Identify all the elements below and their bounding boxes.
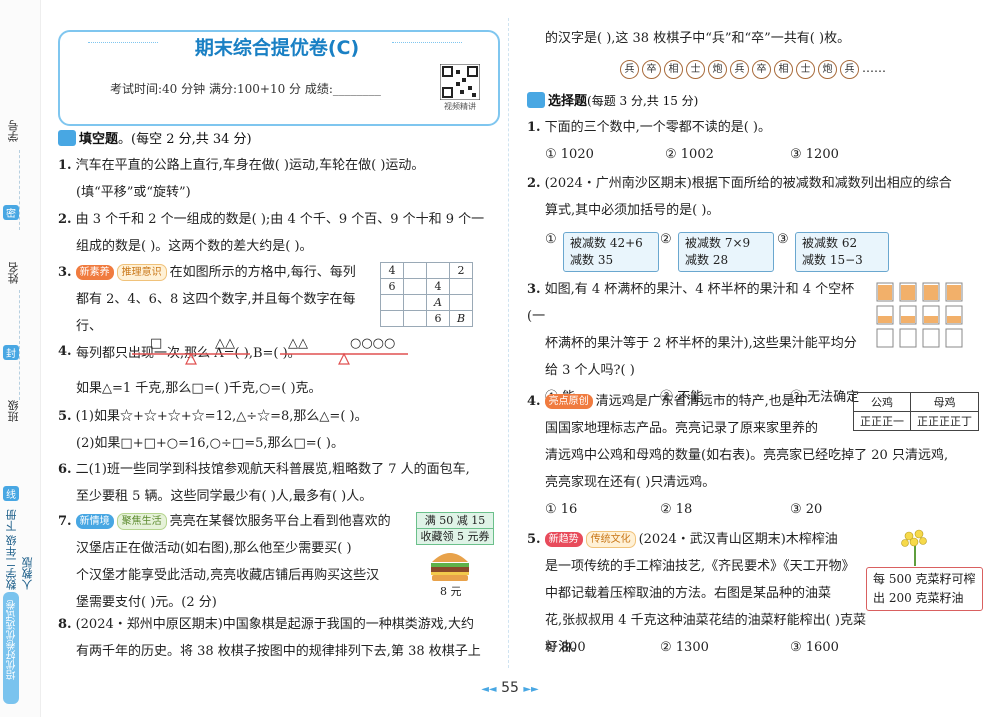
student-id-label: 学号 xyxy=(7,120,20,142)
chess-piece: 炮 xyxy=(708,60,727,79)
chess-piece: 兵 xyxy=(730,60,749,79)
brand-name: 培优好卷优选试卷 xyxy=(7,600,18,680)
coupon-box: 满 50 减 15 收藏领 5 元券 xyxy=(416,512,494,545)
exam-info: 考试时间:40 分钟 满分:100+10 分 成绩:________ xyxy=(110,82,381,96)
section-badge-icon xyxy=(58,130,76,146)
rapeseed-flower-icon xyxy=(901,529,927,566)
chess-piece: 卒 xyxy=(642,60,661,79)
question-4-text: 如果△=1 千克,那么□=( )千克,○=( )克。 xyxy=(76,381,322,396)
section-badge-icon xyxy=(527,92,545,108)
page-number: ◄◄ 55 ►► xyxy=(481,680,539,696)
section-choice: 选择题(每题 3 分,共 15 分) xyxy=(527,90,698,109)
oil-yield-sign: 每 500 克菜籽可榨出 200 克菜籽油 xyxy=(866,567,983,611)
choice-2: 2. (2024・广州南沙区期末)根据下面所给的被减数和减数列出相应的综合 算式,… xyxy=(527,176,952,218)
question-8: 8. (2024・郑州中原区期末)中国象棋是起源于我国的一种棋类游戏,大约 有两千… xyxy=(58,617,481,659)
page-divider xyxy=(508,18,509,668)
book-info: 数学二年级 下册 人教版 xyxy=(5,509,34,591)
next-arrow-icon: ►► xyxy=(523,684,539,695)
hamburger-icon xyxy=(431,553,469,581)
choice-2-mark: ③ xyxy=(777,232,789,247)
choice-2-mark: ② xyxy=(660,232,672,247)
chess-piece: 士 xyxy=(686,60,705,79)
class-label: 班级 xyxy=(7,400,20,422)
number-grid: 42 64 A 6B xyxy=(380,262,473,327)
name-label: 姓名 xyxy=(7,262,20,284)
choice-2-option-1: 被减数 42+6 减数 35 xyxy=(563,232,659,272)
question-5: 5. (1)如果☆+☆+☆+☆=12,△÷☆=8,那么△=( )。 (2)如果□+… xyxy=(58,409,368,451)
question-8-continued: 的汉字是( ),这 38 枚棋子中“兵”和“卒”一共有( )枚。 xyxy=(545,31,851,46)
prev-arrow-icon: ◄◄ xyxy=(481,684,497,695)
chess-piece: 士 xyxy=(796,60,815,79)
chess-sequence: 兵卒相士炮兵卒相士炮兵…… xyxy=(620,60,920,79)
balance-beams-icon xyxy=(132,352,408,365)
chess-piece: 炮 xyxy=(818,60,837,79)
chess-piece: 相 xyxy=(664,60,683,79)
juice-cups-icon xyxy=(876,282,963,348)
chess-piece: 相 xyxy=(774,60,793,79)
section-fill-blank: 填空题。(每空 2 分,共 34 分) xyxy=(58,128,252,147)
chess-piece: 兵 xyxy=(840,60,859,79)
question-6: 6. 二(1)班一些同学到科技馆参观航天科普展览,粗略数了 7 人的面包车, 至少… xyxy=(58,462,470,504)
hamburger-price: 8 元 xyxy=(440,585,462,598)
chess-piece: 卒 xyxy=(752,60,771,79)
seal-mark: 密 xyxy=(3,205,19,220)
seal-mark: 线 xyxy=(3,486,19,501)
chicken-tally-table: 公鸡 母鸡 正正正一 正正正正丁 xyxy=(853,392,979,431)
question-4-num: 4. xyxy=(58,344,72,359)
choice-1: 1. 下面的三个数中,一个零都不读的是( )。 ① 1020 ② 1002 ③ 120… xyxy=(527,120,839,162)
seal-line xyxy=(19,150,20,230)
seal-mark: 封 xyxy=(3,345,19,360)
question-1: 1. 汽车在平直的公路上直行,车身在做( )运动,车轮在做( )运动。 (填“平移… xyxy=(58,158,425,200)
seal-line xyxy=(19,290,20,400)
question-7: 7. 新情境 聚焦生活 亮亮在某餐饮服务平台上看到他喜欢的 汉堡店正在做活动(如右图)… xyxy=(58,513,391,610)
binding-sidebar: 学号 密 姓名 封 班级 线 数学二年级 下册 人教版 培优好卷优选试卷 xyxy=(0,0,41,717)
balance-scales: □ △△ △△ ○○○○ xyxy=(130,336,410,366)
page-title: 期末综合提优卷(C) xyxy=(194,37,360,59)
qr-caption: 视频精讲 xyxy=(444,102,476,111)
choice-2-option-2: 被减数 7×9 减数 28 xyxy=(678,232,774,272)
choice-5-options: ① 800 ② 1300 ③ 1600 xyxy=(545,640,839,655)
chess-piece: 兵 xyxy=(620,60,639,79)
qr-code-icon[interactable] xyxy=(440,64,480,100)
choice-2-mark: ① xyxy=(545,232,557,247)
choice-2-option-3: 被减数 62 减数 15−3 xyxy=(795,232,889,272)
question-2: 2. 由 3 个千和 2 个一组成的数是( );由 4 个千、9 个百、9 个十和… xyxy=(58,212,485,254)
